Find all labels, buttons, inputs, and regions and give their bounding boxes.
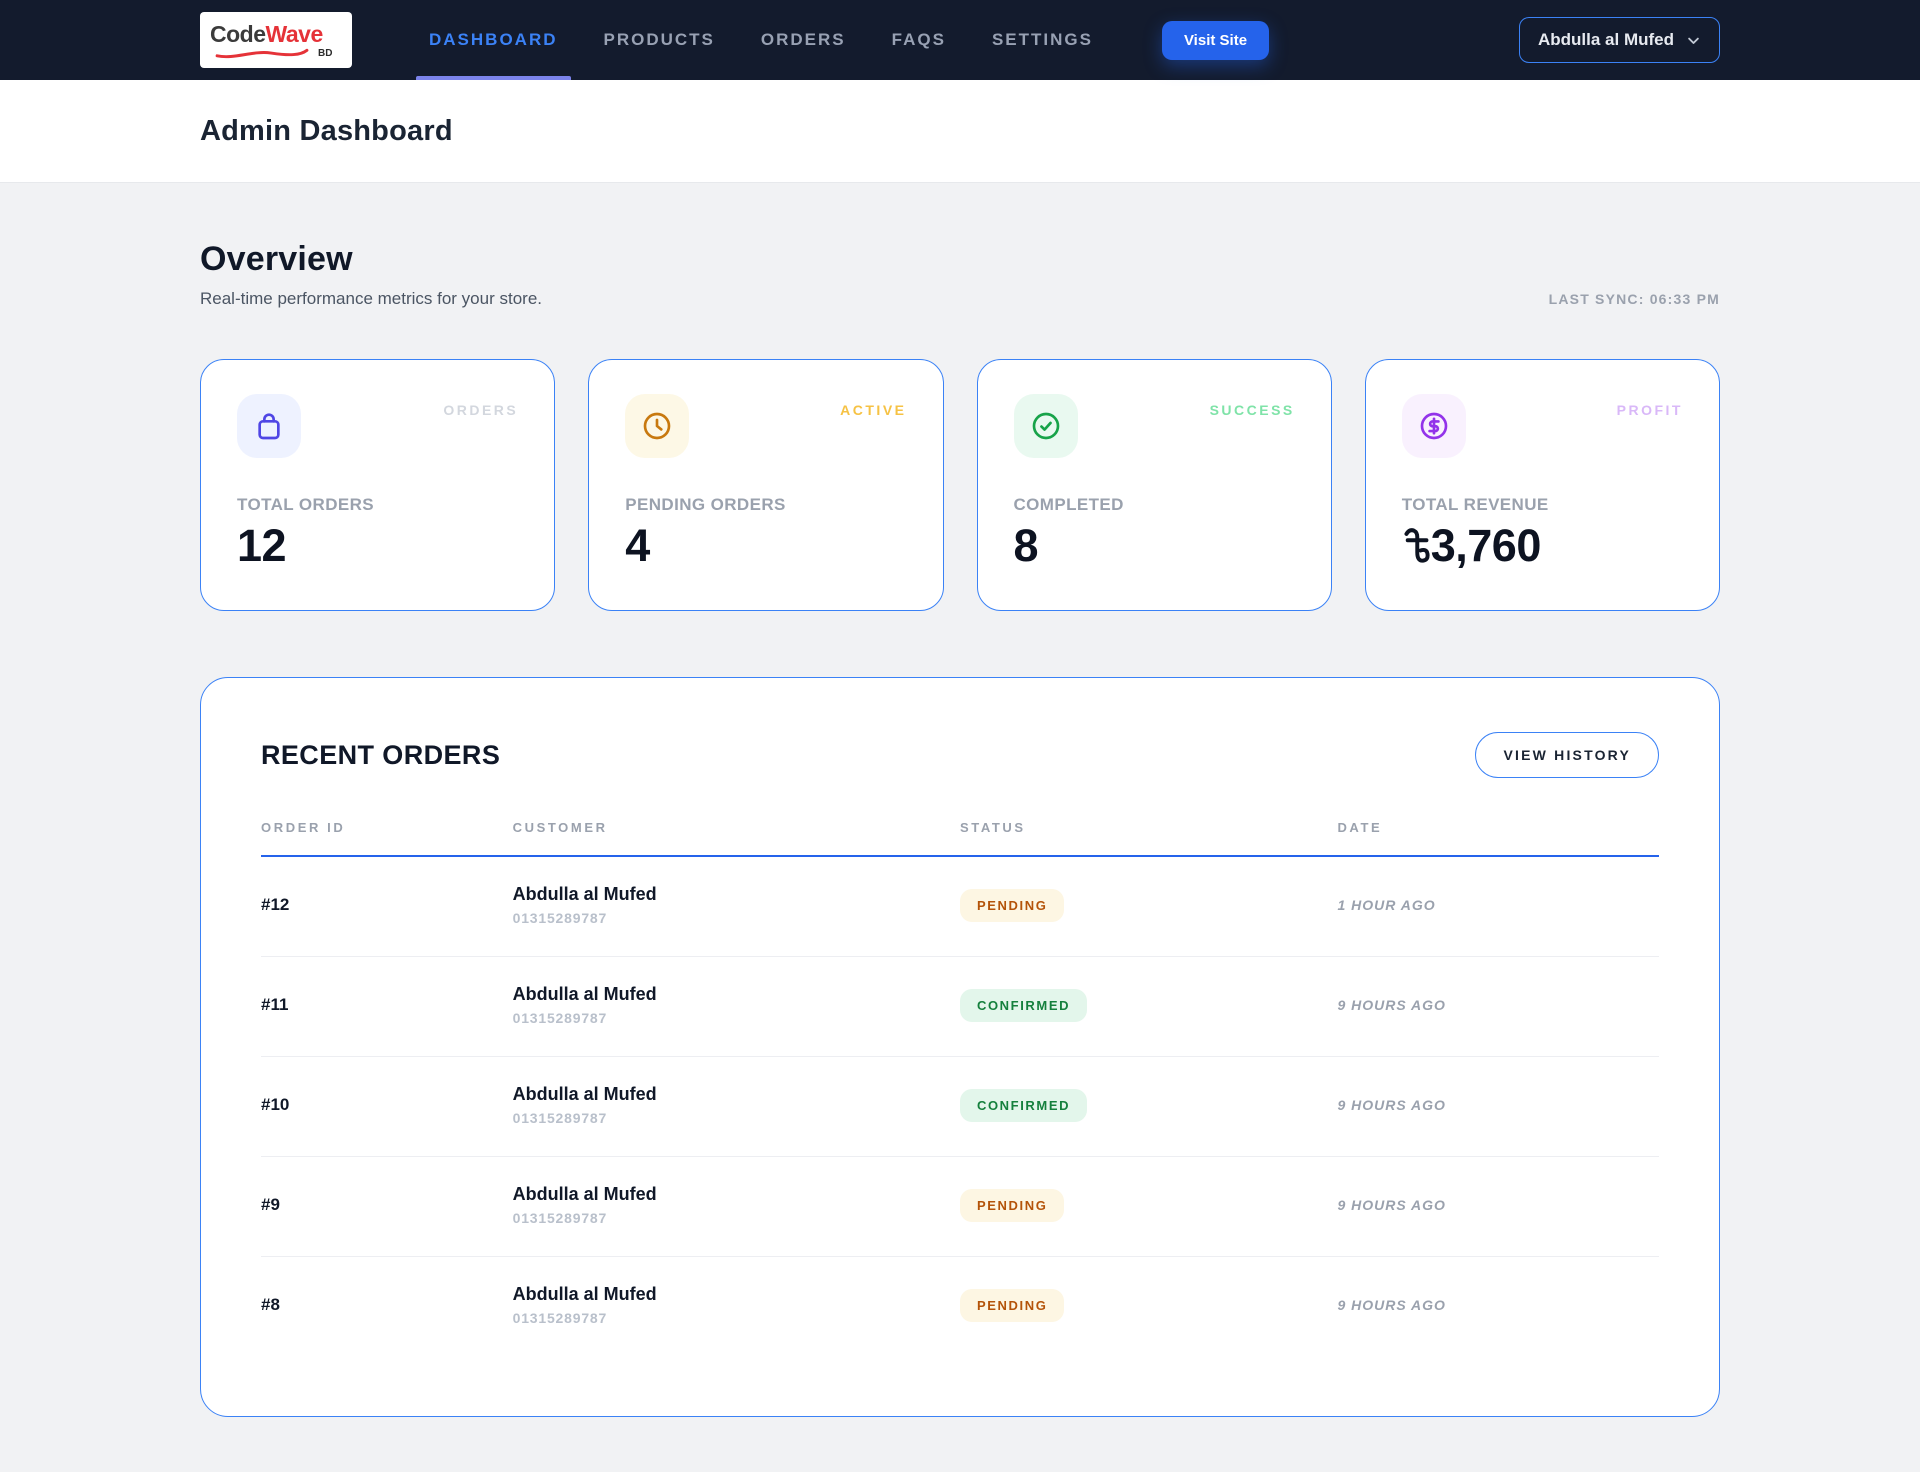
order-date: 1 HOUR AGO: [1337, 897, 1659, 913]
customer-phone: 01315289787: [513, 1310, 960, 1326]
nav-item-faqs[interactable]: FAQS: [869, 0, 969, 80]
customer-cell: Abdulla al Mufed 01315289787: [513, 984, 960, 1026]
logo-bd: BD: [318, 49, 332, 59]
stat-card: PROFIT TOTAL REVENUE 3,760: [1365, 359, 1720, 611]
card-tag: ORDERS: [443, 402, 518, 418]
recent-orders-title: RECENT ORDERS: [261, 740, 500, 771]
customer-cell: Abdulla al Mufed 01315289787: [513, 1284, 960, 1326]
card-tag: ACTIVE: [840, 402, 906, 418]
stat-value: 12: [237, 520, 518, 572]
customer-name: Abdulla al Mufed: [513, 984, 960, 1005]
order-id: #10: [261, 1095, 513, 1115]
stat-card: ACTIVE PENDING ORDERS 4: [588, 359, 943, 611]
column-header-customer: CUSTOMER: [513, 820, 960, 835]
customer-cell: Abdulla al Mufed 01315289787: [513, 1184, 960, 1226]
order-id: #12: [261, 895, 513, 915]
stat-label: PENDING ORDERS: [625, 495, 906, 515]
user-menu-label: Abdulla al Mufed: [1538, 30, 1674, 50]
customer-cell: Abdulla al Mufed 01315289787: [513, 884, 960, 926]
nav-item-products[interactable]: PRODUCTS: [581, 0, 738, 80]
page-header: Admin Dashboard: [0, 80, 1920, 183]
stat-value: 8: [1014, 520, 1295, 572]
customer-name: Abdulla al Mufed: [513, 1084, 960, 1105]
table-row: #9 Abdulla al Mufed 01315289787 PENDING …: [261, 1157, 1659, 1257]
order-id: #11: [261, 995, 513, 1015]
chevron-down-icon: [1686, 33, 1701, 48]
customer-phone: 01315289787: [513, 1210, 960, 1226]
order-date: 9 HOURS AGO: [1337, 997, 1659, 1013]
logo-text: CodeWave: [210, 23, 342, 46]
stat-card: SUCCESS COMPLETED 8: [977, 359, 1332, 611]
status-badge: PENDING: [960, 1189, 1064, 1222]
customer-phone: 01315289787: [513, 1010, 960, 1026]
table-row: #11 Abdulla al Mufed 01315289787 CONFIRM…: [261, 957, 1659, 1057]
recent-orders-card: RECENT ORDERS VIEW HISTORY ORDER IDCUSTO…: [200, 677, 1720, 1417]
stat-label: COMPLETED: [1014, 495, 1295, 515]
stat-label: TOTAL REVENUE: [1402, 495, 1683, 515]
card-tag: SUCCESS: [1210, 402, 1295, 418]
order-id: #9: [261, 1195, 513, 1215]
stat-label: TOTAL ORDERS: [237, 495, 518, 515]
order-date: 9 HOURS AGO: [1337, 1197, 1659, 1213]
shopping-bag-icon: [237, 394, 301, 458]
table-row: #12 Abdulla al Mufed 01315289787 PENDING…: [261, 857, 1659, 957]
page-title: Admin Dashboard: [200, 115, 1720, 148]
status-cell: PENDING: [960, 1289, 1337, 1322]
orders-table-body: #12 Abdulla al Mufed 01315289787 PENDING…: [261, 857, 1659, 1356]
clock-icon: [625, 394, 689, 458]
nav-item-dashboard[interactable]: DASHBOARD: [406, 0, 581, 80]
nav-item-orders[interactable]: ORDERS: [738, 0, 869, 80]
logo-swoosh-icon: [210, 48, 314, 59]
main-content: Overview Real-time performance metrics f…: [0, 183, 1920, 1472]
customer-name: Abdulla al Mufed: [513, 1184, 960, 1205]
orders-table-header: ORDER IDCUSTOMERSTATUSDATE: [261, 820, 1659, 857]
status-cell: PENDING: [960, 889, 1337, 922]
dollar-circle-icon: [1402, 394, 1466, 458]
orders-table: ORDER IDCUSTOMERSTATUSDATE #12 Abdulla a…: [261, 820, 1659, 1356]
nav-item-settings[interactable]: SETTINGS: [969, 0, 1116, 80]
stat-cards-grid: ORDERS TOTAL ORDERS 12 ACTIVE PENDING OR…: [200, 359, 1720, 611]
stat-card: ORDERS TOTAL ORDERS 12: [200, 359, 555, 611]
column-header-status: STATUS: [960, 820, 1337, 835]
user-menu-button[interactable]: Abdulla al Mufed: [1519, 17, 1720, 63]
status-badge: CONFIRMED: [960, 1089, 1087, 1122]
check-circle-icon: [1014, 394, 1078, 458]
customer-name: Abdulla al Mufed: [513, 884, 960, 905]
overview-header: Overview Real-time performance metrics f…: [200, 240, 1720, 309]
visit-site-button[interactable]: Visit Site: [1162, 21, 1269, 60]
navbar: CodeWave BD DASHBOARDPRODUCTSORDERSFAQSS…: [0, 0, 1920, 80]
status-cell: CONFIRMED: [960, 989, 1337, 1022]
stat-value: 4: [625, 520, 906, 572]
column-header-order-id: ORDER ID: [261, 820, 513, 835]
taka-sign-icon: [1402, 526, 1430, 566]
customer-phone: 01315289787: [513, 910, 960, 926]
order-date: 9 HOURS AGO: [1337, 1097, 1659, 1113]
last-sync-label: LAST SYNC: 06:33 PM: [1549, 291, 1720, 309]
status-badge: PENDING: [960, 889, 1064, 922]
customer-cell: Abdulla al Mufed 01315289787: [513, 1084, 960, 1126]
order-date: 9 HOURS AGO: [1337, 1297, 1659, 1313]
status-badge: PENDING: [960, 1289, 1064, 1322]
table-row: #8 Abdulla al Mufed 01315289787 PENDING …: [261, 1257, 1659, 1356]
view-history-button[interactable]: VIEW HISTORY: [1475, 732, 1659, 778]
customer-name: Abdulla al Mufed: [513, 1284, 960, 1305]
overview-subtitle: Real-time performance metrics for your s…: [200, 289, 542, 309]
customer-phone: 01315289787: [513, 1110, 960, 1126]
card-tag: PROFIT: [1617, 402, 1683, 418]
table-row: #10 Abdulla al Mufed 01315289787 CONFIRM…: [261, 1057, 1659, 1157]
status-cell: CONFIRMED: [960, 1089, 1337, 1122]
logo[interactable]: CodeWave BD: [200, 12, 352, 68]
overview-title: Overview: [200, 240, 542, 279]
column-header-date: DATE: [1337, 820, 1659, 835]
status-cell: PENDING: [960, 1189, 1337, 1222]
main-nav: DASHBOARDPRODUCTSORDERSFAQSSETTINGS: [406, 0, 1116, 80]
stat-value: 3,760: [1402, 520, 1683, 572]
order-id: #8: [261, 1295, 513, 1315]
status-badge: CONFIRMED: [960, 989, 1087, 1022]
